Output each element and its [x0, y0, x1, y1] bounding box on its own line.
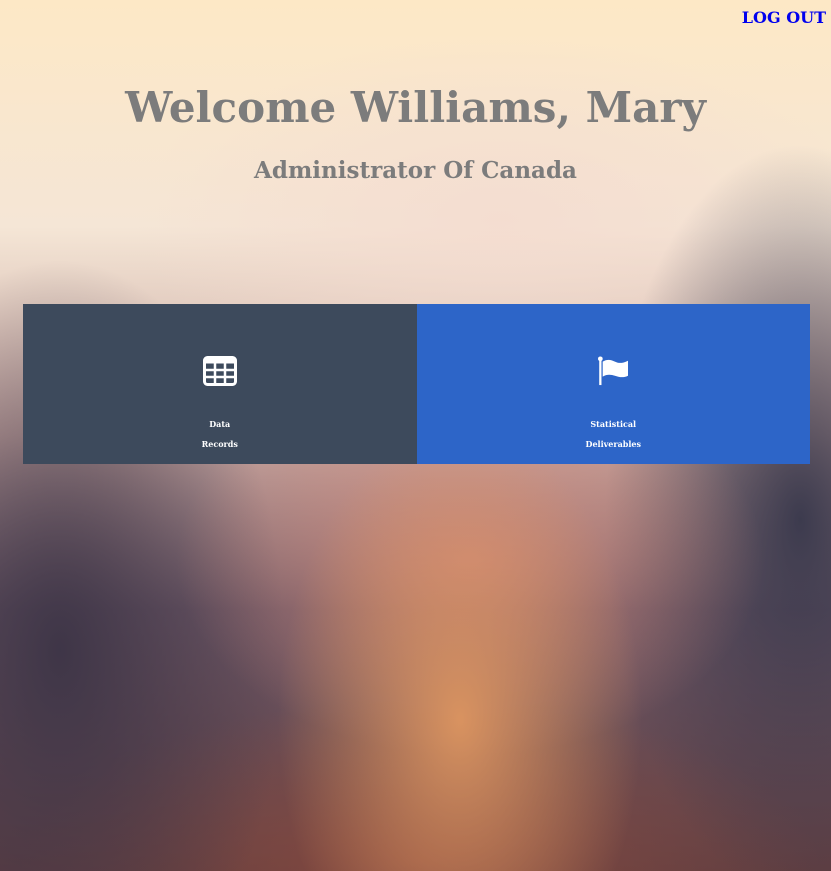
- tile-label-line-2: Records: [201, 439, 238, 449]
- tile-label-line-1: Data: [209, 419, 231, 429]
- tile-label-line-2: Deliverables: [585, 439, 641, 449]
- logout-link[interactable]: LOG OUT: [742, 8, 826, 27]
- statistical-deliverables-tile[interactable]: Statistical Deliverables: [416, 304, 810, 464]
- data-records-tile[interactable]: Data Records: [23, 304, 417, 464]
- data-records-label: Data Records: [202, 414, 238, 454]
- tile-label-line-1: Statistical: [590, 419, 637, 429]
- welcome-heading: Welcome Williams, Mary: [125, 83, 706, 132]
- tiles-container: Data Records Statistical Deliverables: [23, 304, 810, 464]
- statistical-deliverables-label: Statistical Deliverables: [586, 414, 641, 454]
- flag-icon: [598, 356, 629, 386]
- role-subtitle: Administrator Of Canada: [254, 157, 577, 184]
- table-icon: [202, 356, 237, 386]
